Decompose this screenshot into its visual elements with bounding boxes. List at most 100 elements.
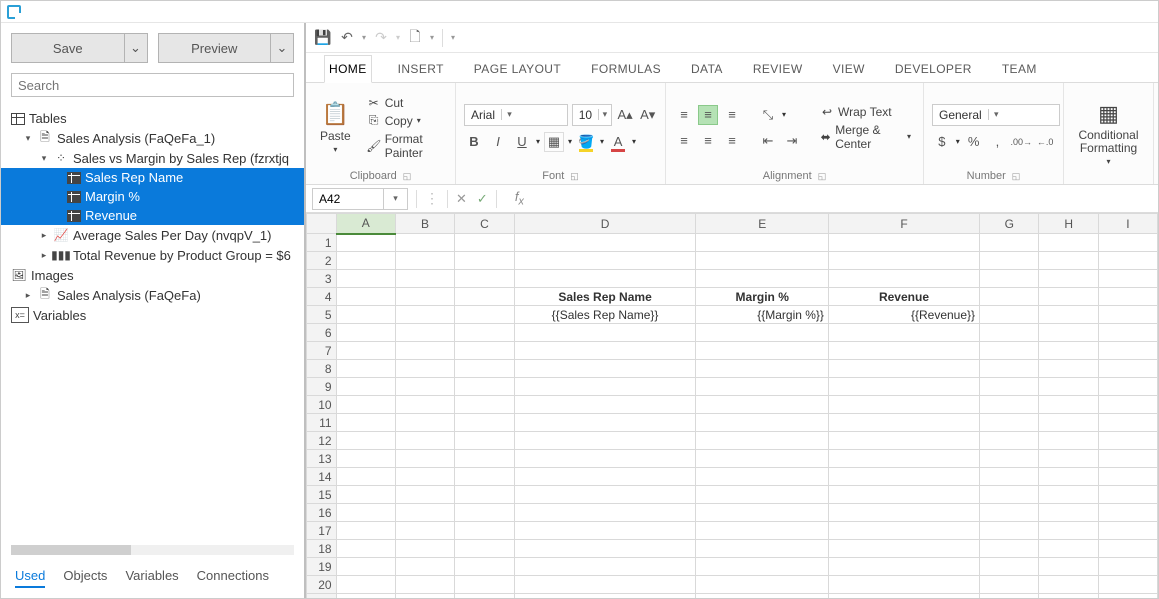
cell[interactable] [828, 450, 979, 468]
cell[interactable] [980, 234, 1039, 252]
row-header-8[interactable]: 8 [307, 360, 337, 378]
cell[interactable] [455, 468, 514, 486]
cell[interactable] [1098, 468, 1157, 486]
tree-bar[interactable]: ▸ ▮▮▮ Total Revenue by Product Group = $… [1, 245, 304, 265]
font-name-combo[interactable]: Arial▾ [464, 104, 568, 126]
enter-formula-icon[interactable]: ✓ [477, 191, 488, 207]
cell[interactable] [828, 594, 979, 599]
preview-dropdown-icon[interactable]: ⌄ [271, 34, 293, 62]
cell[interactable] [1039, 486, 1098, 504]
cell[interactable] [828, 486, 979, 504]
cell[interactable] [696, 522, 828, 540]
cell[interactable] [828, 396, 979, 414]
cell[interactable] [514, 522, 696, 540]
cell[interactable] [514, 396, 696, 414]
cell[interactable] [828, 576, 979, 594]
col-header-I[interactable]: I [1098, 214, 1157, 234]
ribbon-tab-review[interactable]: REVIEW [749, 56, 807, 82]
cell[interactable]: {{Sales Rep Name}} [514, 306, 696, 324]
cell[interactable] [1098, 450, 1157, 468]
cell[interactable] [696, 396, 828, 414]
cell[interactable] [395, 288, 454, 306]
cell[interactable] [514, 360, 696, 378]
cell[interactable] [514, 468, 696, 486]
cell[interactable] [1098, 576, 1157, 594]
cell[interactable] [336, 468, 395, 486]
conditional-formatting-button[interactable]: ▦ Conditional Formatting▾ [1072, 87, 1145, 180]
cell[interactable] [696, 576, 828, 594]
cell[interactable] [1098, 306, 1157, 324]
cell[interactable] [1039, 270, 1098, 288]
cell[interactable] [980, 576, 1039, 594]
name-box-dropdown-icon[interactable]: ▾ [383, 189, 407, 209]
cell[interactable] [980, 360, 1039, 378]
col-header-C[interactable]: C [455, 214, 514, 234]
cell[interactable] [1039, 252, 1098, 270]
caret-right-icon[interactable]: ▸ [39, 250, 49, 261]
cell[interactable] [1039, 504, 1098, 522]
cell[interactable] [1098, 414, 1157, 432]
tree-variables[interactable]: x= Variables [1, 305, 304, 325]
cell[interactable] [395, 468, 454, 486]
cell[interactable] [455, 360, 514, 378]
cell[interactable] [696, 414, 828, 432]
cell[interactable] [980, 432, 1039, 450]
cell[interactable] [455, 540, 514, 558]
dialog-launcher-icon[interactable]: ◱ [1012, 171, 1021, 182]
cell[interactable] [1098, 288, 1157, 306]
tab-objects[interactable]: Objects [63, 568, 107, 588]
cell[interactable] [1098, 540, 1157, 558]
cell[interactable] [1098, 486, 1157, 504]
tree-sheet[interactable]: ▾ 🗎 Sales Analysis (FaQeFa_1) [1, 128, 304, 148]
ribbon-tab-developer[interactable]: DEVELOPER [891, 56, 976, 82]
cell[interactable] [336, 306, 395, 324]
decrease-indent-icon[interactable]: ⇤ [758, 131, 778, 151]
cell[interactable] [336, 288, 395, 306]
italic-button[interactable]: I [488, 132, 508, 152]
col-header-E[interactable]: E [696, 214, 828, 234]
row-header-15[interactable]: 15 [307, 486, 337, 504]
cell[interactable]: {{Revenue}} [828, 306, 979, 324]
tab-connections[interactable]: Connections [197, 568, 269, 588]
save-icon[interactable]: 💾 [314, 29, 332, 47]
cell[interactable] [696, 540, 828, 558]
qat-customize-icon[interactable]: ▾ [451, 33, 455, 42]
cell[interactable] [696, 450, 828, 468]
cell[interactable] [1039, 342, 1098, 360]
cell[interactable] [828, 558, 979, 576]
increase-decimal-icon[interactable]: .00→ [1011, 132, 1031, 152]
cell[interactable] [980, 504, 1039, 522]
cell[interactable] [696, 324, 828, 342]
cell[interactable] [1039, 558, 1098, 576]
undo-icon[interactable]: ↶ [338, 29, 356, 47]
formula-input[interactable] [524, 188, 1158, 210]
cell[interactable] [696, 378, 828, 396]
cell[interactable] [696, 270, 828, 288]
new-file-icon[interactable]: 🗋 [406, 29, 424, 47]
cell[interactable] [828, 378, 979, 396]
row-header-10[interactable]: 10 [307, 396, 337, 414]
cell[interactable] [696, 594, 828, 599]
cell[interactable] [1039, 450, 1098, 468]
fx-icon[interactable]: fx [515, 189, 524, 208]
cell[interactable] [1098, 504, 1157, 522]
cell[interactable]: Revenue [828, 288, 979, 306]
orientation-icon[interactable]: ⤡ [758, 105, 778, 125]
cell[interactable] [336, 324, 395, 342]
cell[interactable] [455, 576, 514, 594]
cell[interactable] [336, 504, 395, 522]
cell[interactable] [980, 540, 1039, 558]
cell[interactable] [455, 324, 514, 342]
cell[interactable] [696, 432, 828, 450]
row-header-18[interactable]: 18 [307, 540, 337, 558]
ribbon-tab-formulas[interactable]: FORMULAS [587, 56, 665, 82]
ribbon-tab-home[interactable]: HOME [324, 55, 372, 83]
cell[interactable] [514, 252, 696, 270]
cell[interactable] [336, 234, 395, 252]
tree-field-salesrep[interactable]: Sales Rep Name [1, 168, 304, 187]
cell[interactable] [514, 342, 696, 360]
row-header-6[interactable]: 6 [307, 324, 337, 342]
col-header-G[interactable]: G [980, 214, 1039, 234]
cell[interactable] [455, 234, 514, 252]
cell[interactable] [828, 342, 979, 360]
